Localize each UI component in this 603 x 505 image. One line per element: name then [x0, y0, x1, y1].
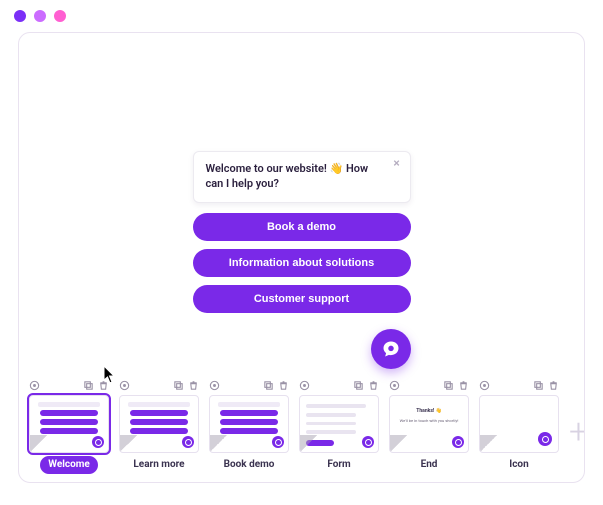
- thumb-col: Form: [299, 378, 379, 474]
- thumb-icon[interactable]: [479, 395, 559, 453]
- window-dot: [14, 10, 26, 22]
- titlebar: [0, 0, 603, 32]
- option-info-solutions[interactable]: Information about solutions: [193, 249, 411, 277]
- thumb-tools: [389, 378, 469, 392]
- option-book-demo[interactable]: Book a demo: [193, 213, 411, 241]
- thumb-label[interactable]: Learn more: [125, 456, 192, 474]
- trash-icon[interactable]: [458, 380, 469, 391]
- thumb-label[interactable]: Form: [313, 456, 365, 474]
- app-window: × Welcome to our website! 👋 How can I he…: [0, 0, 603, 505]
- thumb-col: Icon: [479, 378, 559, 474]
- window-dot: [54, 10, 66, 22]
- thumb-col: Book demo: [209, 378, 289, 474]
- thumb-label[interactable]: Welcome: [40, 456, 98, 474]
- close-icon[interactable]: ×: [390, 156, 404, 170]
- window-dot: [34, 10, 46, 22]
- trash-icon[interactable]: [188, 380, 199, 391]
- mini-launcher-icon: [92, 436, 104, 448]
- thumbnail-strip: Welcome: [19, 374, 584, 482]
- target-icon[interactable]: [479, 380, 490, 391]
- target-icon[interactable]: [29, 380, 40, 391]
- welcome-bubble: × Welcome to our website! 👋 How can I he…: [193, 151, 411, 203]
- thumb-welcome[interactable]: [29, 395, 109, 453]
- thumb-tools: [299, 378, 379, 392]
- target-icon[interactable]: [119, 380, 130, 391]
- mini-end-sub: We'll be in touch with you shortly!: [400, 418, 459, 423]
- thumb-form[interactable]: [299, 395, 379, 453]
- thumb-tools: [479, 378, 559, 392]
- thumb-learn-more[interactable]: [119, 395, 199, 453]
- thumb-tools: [119, 378, 199, 392]
- thumb-label[interactable]: End: [403, 456, 455, 474]
- canvas: × Welcome to our website! 👋 How can I he…: [19, 33, 584, 374]
- thumb-tools: [209, 378, 289, 392]
- welcome-text-prefix: Welcome to our website!: [206, 162, 330, 175]
- mini-launcher-icon: [182, 436, 194, 448]
- thumb-label[interactable]: Icon: [493, 456, 545, 474]
- duplicate-icon[interactable]: [173, 380, 184, 391]
- mini-launcher-icon: [538, 432, 552, 446]
- thumb-col: Learn more: [119, 378, 199, 474]
- chat-bubble-icon: [381, 339, 401, 359]
- mini-end-title: Thanks! 👋: [416, 408, 441, 414]
- thumb-book-demo[interactable]: [209, 395, 289, 453]
- duplicate-icon[interactable]: [83, 380, 94, 391]
- thumb-tools: [29, 378, 109, 392]
- target-icon[interactable]: [389, 380, 400, 391]
- duplicate-icon[interactable]: [263, 380, 274, 391]
- thumb-col: Thanks! 👋 We'll be in touch with you sho…: [389, 378, 469, 474]
- option-list: Book a demo Information about solutions …: [193, 213, 411, 313]
- trash-icon[interactable]: [98, 380, 109, 391]
- duplicate-icon[interactable]: [353, 380, 364, 391]
- mini-launcher-icon: [362, 436, 374, 448]
- wave-emoji: 👋: [330, 162, 344, 177]
- chat-launcher[interactable]: [371, 329, 411, 369]
- thumb-end[interactable]: Thanks! 👋 We'll be in touch with you sho…: [389, 395, 469, 453]
- chat-widget: × Welcome to our website! 👋 How can I he…: [193, 151, 411, 369]
- mini-launcher-icon: [272, 436, 284, 448]
- trash-icon[interactable]: [278, 380, 289, 391]
- trash-icon[interactable]: [548, 380, 559, 391]
- thumb-label[interactable]: Book demo: [216, 456, 283, 474]
- trash-icon[interactable]: [368, 380, 379, 391]
- thumb-col: Welcome: [29, 378, 109, 474]
- target-icon[interactable]: [209, 380, 220, 391]
- target-icon[interactable]: [299, 380, 310, 391]
- editor-frame: × Welcome to our website! 👋 How can I he…: [18, 32, 585, 483]
- mini-launcher-icon: [452, 436, 464, 448]
- add-slide-button[interactable]: +: [569, 392, 585, 472]
- option-customer-support[interactable]: Customer support: [193, 285, 411, 313]
- duplicate-icon[interactable]: [533, 380, 544, 391]
- duplicate-icon[interactable]: [443, 380, 454, 391]
